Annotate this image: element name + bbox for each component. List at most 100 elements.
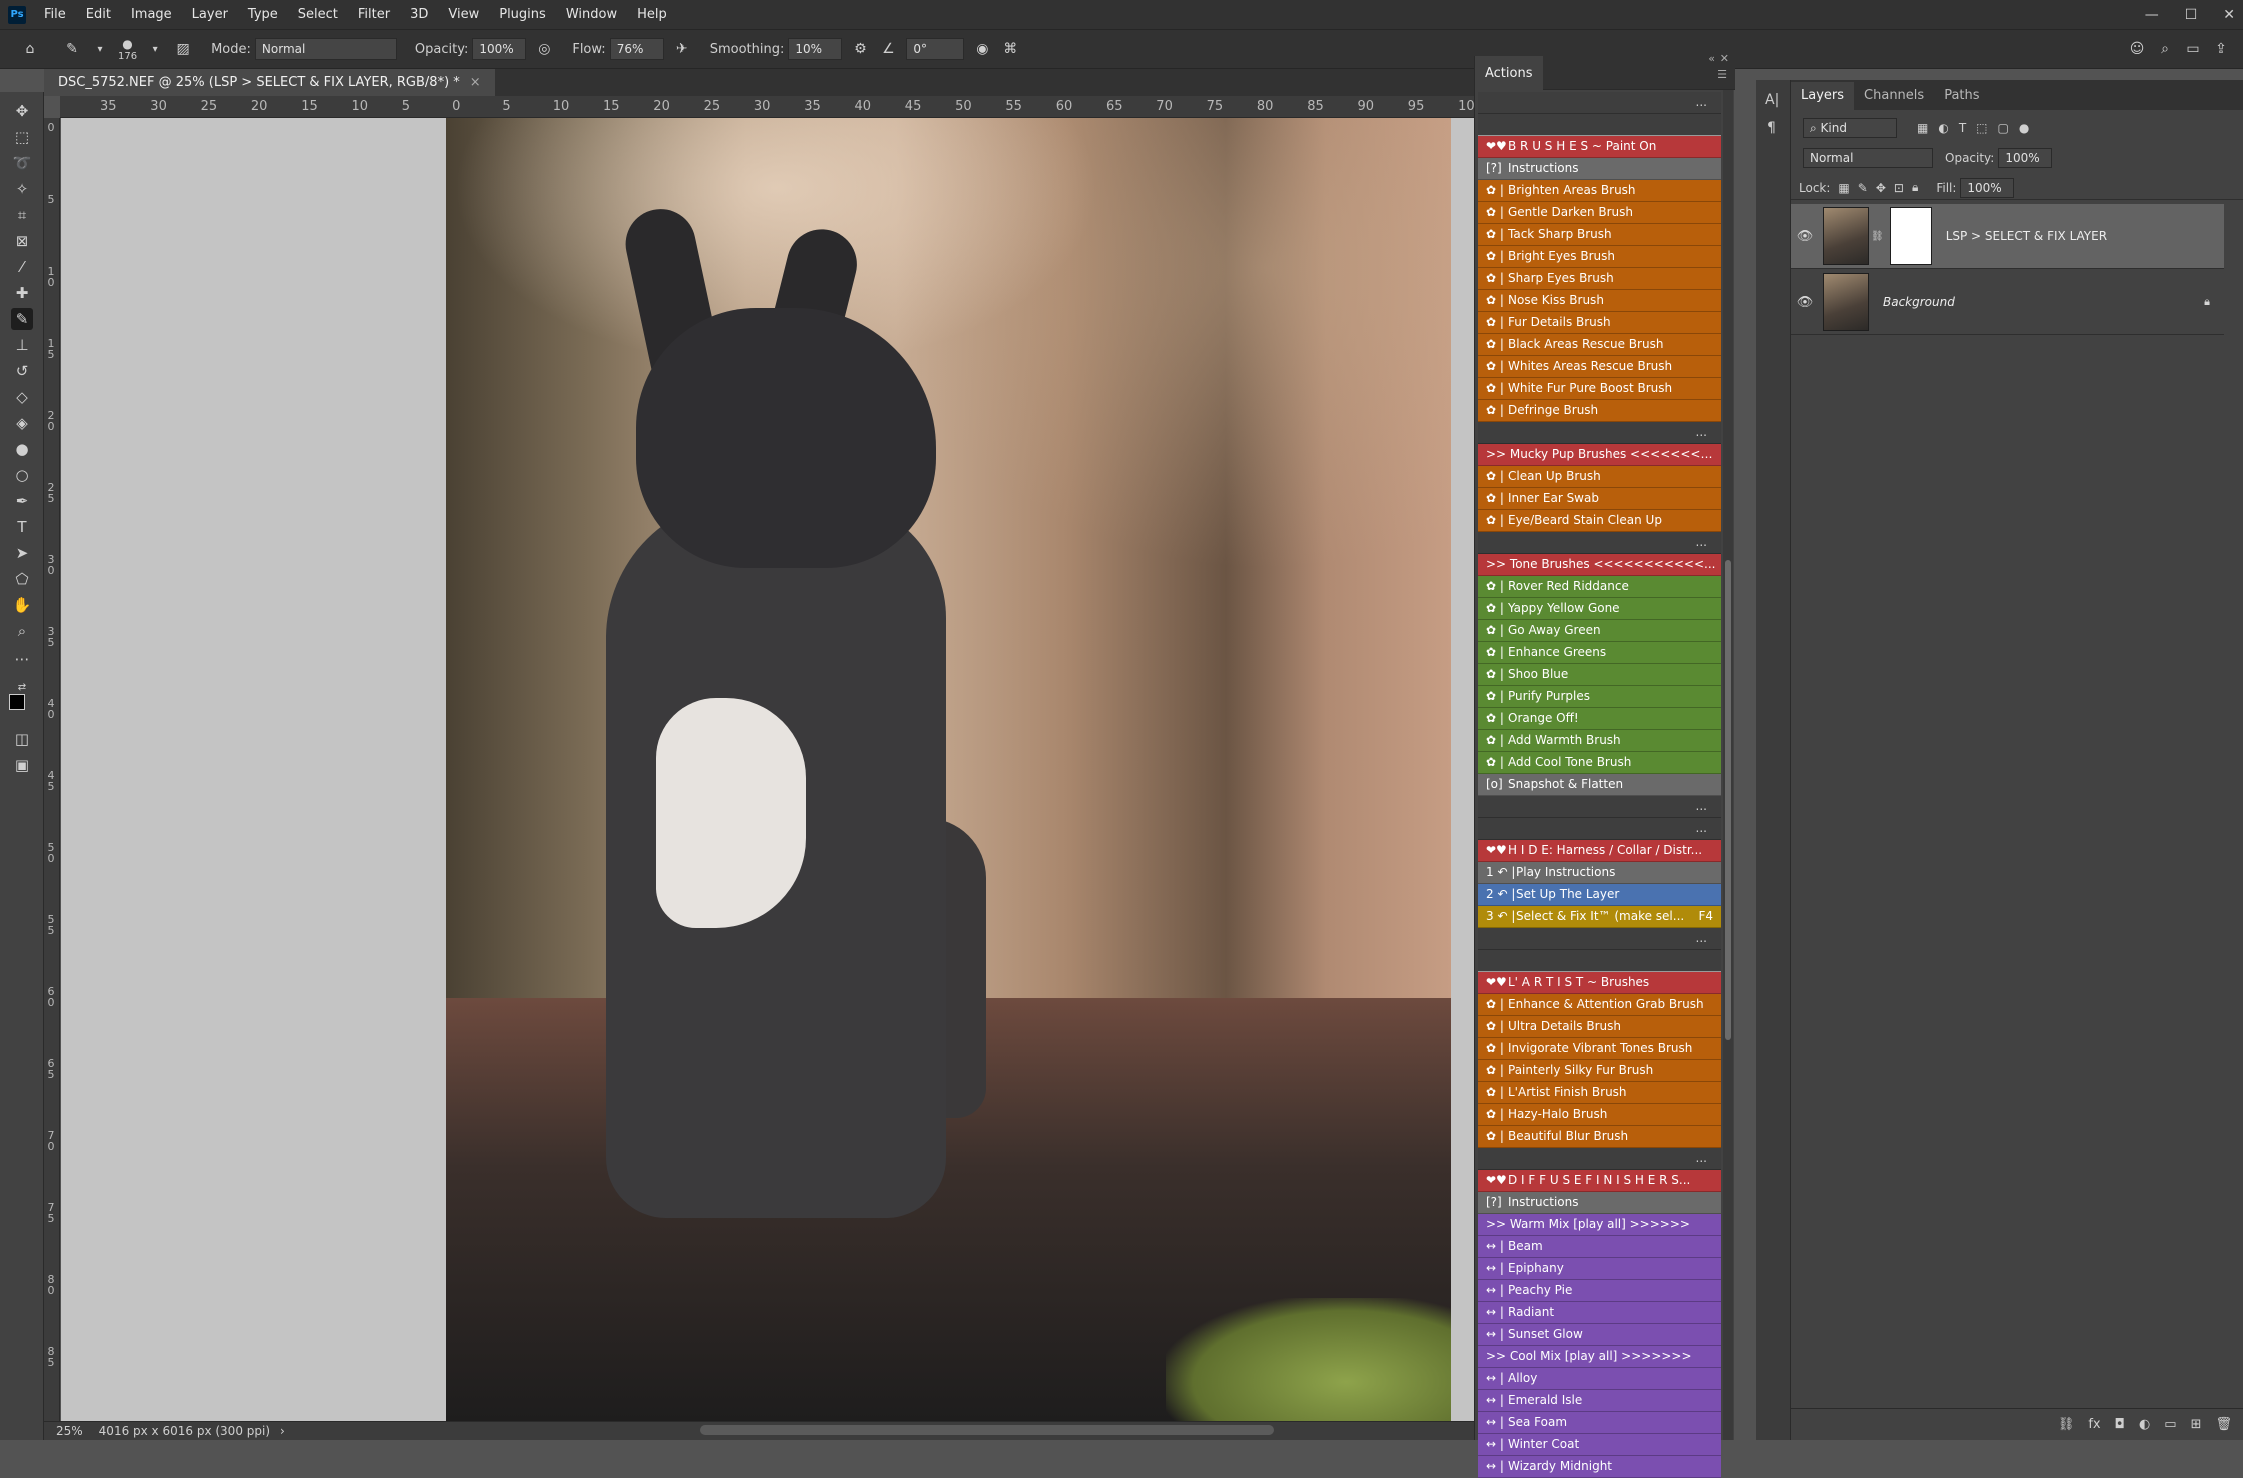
action-item[interactable]: ✿ | Invigorate Vibrant Tones Brush (1478, 1038, 1721, 1060)
menu-type[interactable]: Type (238, 7, 288, 22)
close-panel-icon[interactable]: ✕ (1720, 52, 1729, 65)
visibility-eye-icon[interactable]: 👁︎ (1791, 295, 1819, 310)
angle-input[interactable]: 0° (906, 38, 965, 60)
layer-filter-select[interactable]: ⌕ Kind (1803, 118, 1897, 138)
visibility-eye-icon[interactable]: 👁︎ (1791, 229, 1819, 244)
action-item[interactable]: 1 ↶ |Play Instructions (1478, 862, 1721, 884)
menu-file[interactable]: File (34, 7, 76, 22)
marquee-tool-icon[interactable]: ⬚ (11, 126, 33, 148)
action-item[interactable]: ✿ | Tack Sharp Brush (1478, 224, 1721, 246)
action-item[interactable]: ✿ | Ultra Details Brush (1478, 1016, 1721, 1038)
eyedropper-tool-icon[interactable]: ⁄ (11, 256, 33, 278)
action-item[interactable]: ✿ | Beautiful Blur Brush (1478, 1126, 1721, 1148)
action-item[interactable]: ✿ | Enhance Greens (1478, 642, 1721, 664)
paint-bucket-tool-icon[interactable]: ◈ (11, 412, 33, 434)
airbrush-icon[interactable]: ✈ (672, 39, 692, 59)
action-set-header[interactable]: ❤♥B R U S H E S ~ Paint On (1478, 136, 1721, 158)
trash-icon[interactable]: 🗑︎ (2215, 1417, 2232, 1432)
action-item[interactable]: >> Cool Mix [play all] >>>>>>> (1478, 1346, 1721, 1368)
quick-select-tool-icon[interactable]: ✧ (11, 178, 33, 200)
quick-mask-icon[interactable]: ◫ (11, 728, 33, 750)
action-set-header[interactable]: ❤♥D I F F U S E F I N I S H E R S... (1478, 1170, 1721, 1192)
action-item[interactable]: ↔ | Epiphany (1478, 1258, 1721, 1280)
action-item[interactable]: ✿ | Inner Ear Swab (1478, 488, 1721, 510)
close-tab-icon[interactable]: × (470, 75, 481, 90)
clone-stamp-tool-icon[interactable]: ⊥ (11, 334, 33, 356)
filter-type-icon[interactable]: T (1959, 121, 1966, 135)
blend-mode-select[interactable]: Normal (1803, 148, 1933, 168)
action-item[interactable]: >> Warm Mix [play all] >>>>>> (1478, 1214, 1721, 1236)
menu-layer[interactable]: Layer (182, 7, 238, 22)
action-item[interactable]: ✿ | Nose Kiss Brush (1478, 290, 1721, 312)
pressure-size-icon[interactable]: ◉ (972, 39, 992, 59)
action-item[interactable]: 3 ↶ |Select & Fix It™ (make sel... F4 (1478, 906, 1721, 928)
layer-name[interactable]: Background (1883, 295, 1955, 309)
brush-tool-icon[interactable]: ✎ (11, 308, 33, 330)
filter-toggle-icon[interactable]: ● (2019, 121, 2029, 135)
symmetry-icon[interactable]: ⌘ (1000, 39, 1020, 59)
actions-tab[interactable]: Actions (1475, 56, 1543, 90)
type-tool-icon[interactable]: T (11, 516, 33, 538)
lock-position-icon[interactable]: ✥ (1876, 181, 1886, 195)
flow-input[interactable]: 76% (609, 38, 664, 60)
filter-pixel-icon[interactable]: ▦ (1917, 121, 1928, 135)
action-item[interactable]: ✿ | Hazy-Halo Brush (1478, 1104, 1721, 1126)
mask-icon[interactable]: ◘ (2115, 1417, 2125, 1432)
action-item[interactable]: ✿ | Go Away Green (1478, 620, 1721, 642)
action-item[interactable]: ↔ | Sea Foam (1478, 1412, 1721, 1434)
workspace-icon[interactable]: ▭ (2183, 39, 2203, 59)
menu-window[interactable]: Window (556, 7, 627, 22)
action-separator[interactable]: ... (1478, 532, 1721, 554)
brush-size-picker[interactable]: ● 176 (118, 37, 137, 62)
action-item[interactable]: ✿ | Purify Purples (1478, 686, 1721, 708)
frame-tool-icon[interactable]: ⊠ (11, 230, 33, 252)
chevron-down-icon[interactable]: ▾ (145, 39, 165, 59)
action-item[interactable]: ↔ | Beam (1478, 1236, 1721, 1258)
menu-plugins[interactable]: Plugins (489, 7, 556, 22)
gear-icon[interactable]: ⚙ (850, 39, 870, 59)
tab-layers[interactable]: Layers (1791, 82, 1855, 110)
action-set-header[interactable]: ❤♥H I D E: Harness / Collar / Distr... (1478, 840, 1721, 862)
action-item[interactable]: ✿ | Shoo Blue (1478, 664, 1721, 686)
action-separator[interactable] (1478, 114, 1721, 136)
action-item[interactable]: ✿ | L'Artist Finish Brush (1478, 1082, 1721, 1104)
action-separator[interactable]: ... (1478, 92, 1721, 114)
action-item[interactable]: ✿ | Sharp Eyes Brush (1478, 268, 1721, 290)
path-select-tool-icon[interactable]: ➤ (11, 542, 33, 564)
action-item[interactable]: [?] Instructions (1478, 1192, 1721, 1214)
layer-mask-thumbnail[interactable] (1889, 207, 1932, 265)
action-separator[interactable]: ... (1478, 796, 1721, 818)
action-item[interactable]: ✿ | Bright Eyes Brush (1478, 246, 1721, 268)
action-separator[interactable]: ... (1478, 422, 1721, 444)
filter-shape-icon[interactable]: ⬚ (1976, 121, 1987, 135)
close-window-button[interactable]: ✕ (2223, 7, 2235, 23)
brush-tool-preset-icon[interactable]: ✎ (62, 39, 82, 59)
action-item[interactable]: ✿ | Clean Up Brush (1478, 466, 1721, 488)
action-item[interactable]: ✿ | Rover Red Riddance (1478, 576, 1721, 598)
tab-channels[interactable]: Channels (1854, 82, 1934, 110)
action-item[interactable]: ✿ | Add Warmth Brush (1478, 730, 1721, 752)
character-panel-icon[interactable]: A| (1765, 92, 1779, 108)
hand-tool-icon[interactable]: ✋ (11, 594, 33, 616)
zoom-level[interactable]: 25% (56, 1424, 83, 1438)
menu-image[interactable]: Image (121, 7, 182, 22)
blur-tool-icon[interactable]: ● (11, 438, 33, 460)
layer-row-background[interactable]: 👁︎ Background 🔒︎ (1791, 270, 2224, 335)
action-item[interactable]: 2 ↶ |Set Up The Layer (1478, 884, 1721, 906)
action-item[interactable]: ↔ | Wizardy Midnight (1478, 1456, 1721, 1478)
minimize-button[interactable]: — (2145, 7, 2159, 23)
fill-input[interactable]: 100% (1960, 177, 2015, 198)
move-tool-icon[interactable]: ✥ (11, 100, 33, 122)
collapse-panel-icon[interactable]: « (1708, 52, 1715, 65)
status-arrow-icon[interactable]: › (280, 1424, 285, 1438)
scrollbar-thumb[interactable] (1725, 560, 1731, 1040)
chevron-down-icon[interactable]: ▾ (90, 39, 110, 59)
menu-3d[interactable]: 3D (400, 7, 438, 22)
paragraph-panel-icon[interactable]: ¶ (1767, 120, 1776, 136)
tab-paths[interactable]: Paths (1934, 82, 1989, 110)
action-item[interactable]: ↔ | Sunset Glow (1478, 1324, 1721, 1346)
user-icon[interactable]: ☺ (2127, 39, 2147, 59)
action-item[interactable]: ✿ | Orange Off! (1478, 708, 1721, 730)
layer-opacity-input[interactable]: 100% (1998, 148, 2053, 168)
crop-tool-icon[interactable]: ⌗ (11, 204, 33, 226)
